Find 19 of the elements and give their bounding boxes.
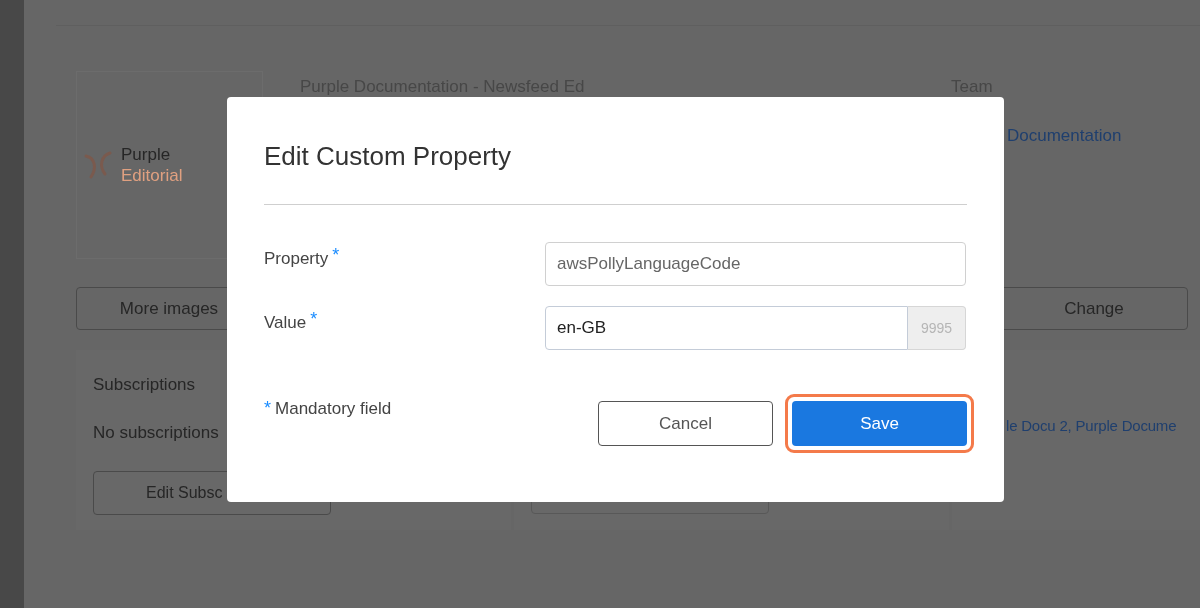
field-label: Value [264, 312, 307, 334]
cancel-button[interactable]: Cancel [598, 401, 773, 446]
logo-icon [83, 150, 113, 180]
logo-text: Purple [121, 144, 172, 165]
dialog-title: Edit Custom Property [264, 97, 967, 205]
text-field[interactable]: en-GB [545, 306, 908, 350]
character-counter: 9995 [908, 306, 966, 350]
save-button[interactable]: Save [792, 401, 967, 446]
logo-text: Editorial [121, 165, 183, 186]
panel-heading: Subscriptions [93, 374, 197, 396]
text-field[interactable]: awsPollyLanguageCode [545, 242, 966, 286]
required-mark: * [310, 310, 318, 328]
mandatory-note: Mandatory field [275, 397, 392, 420]
team-link[interactable]: Documentation [1007, 122, 1122, 148]
required-mark: * [264, 397, 271, 420]
team-links[interactable]: le Docu 2, Purple Docume [1006, 417, 1177, 434]
field-label: Property [264, 248, 329, 270]
required-mark: * [332, 246, 340, 264]
empty-message: No subscriptions [93, 421, 219, 444]
